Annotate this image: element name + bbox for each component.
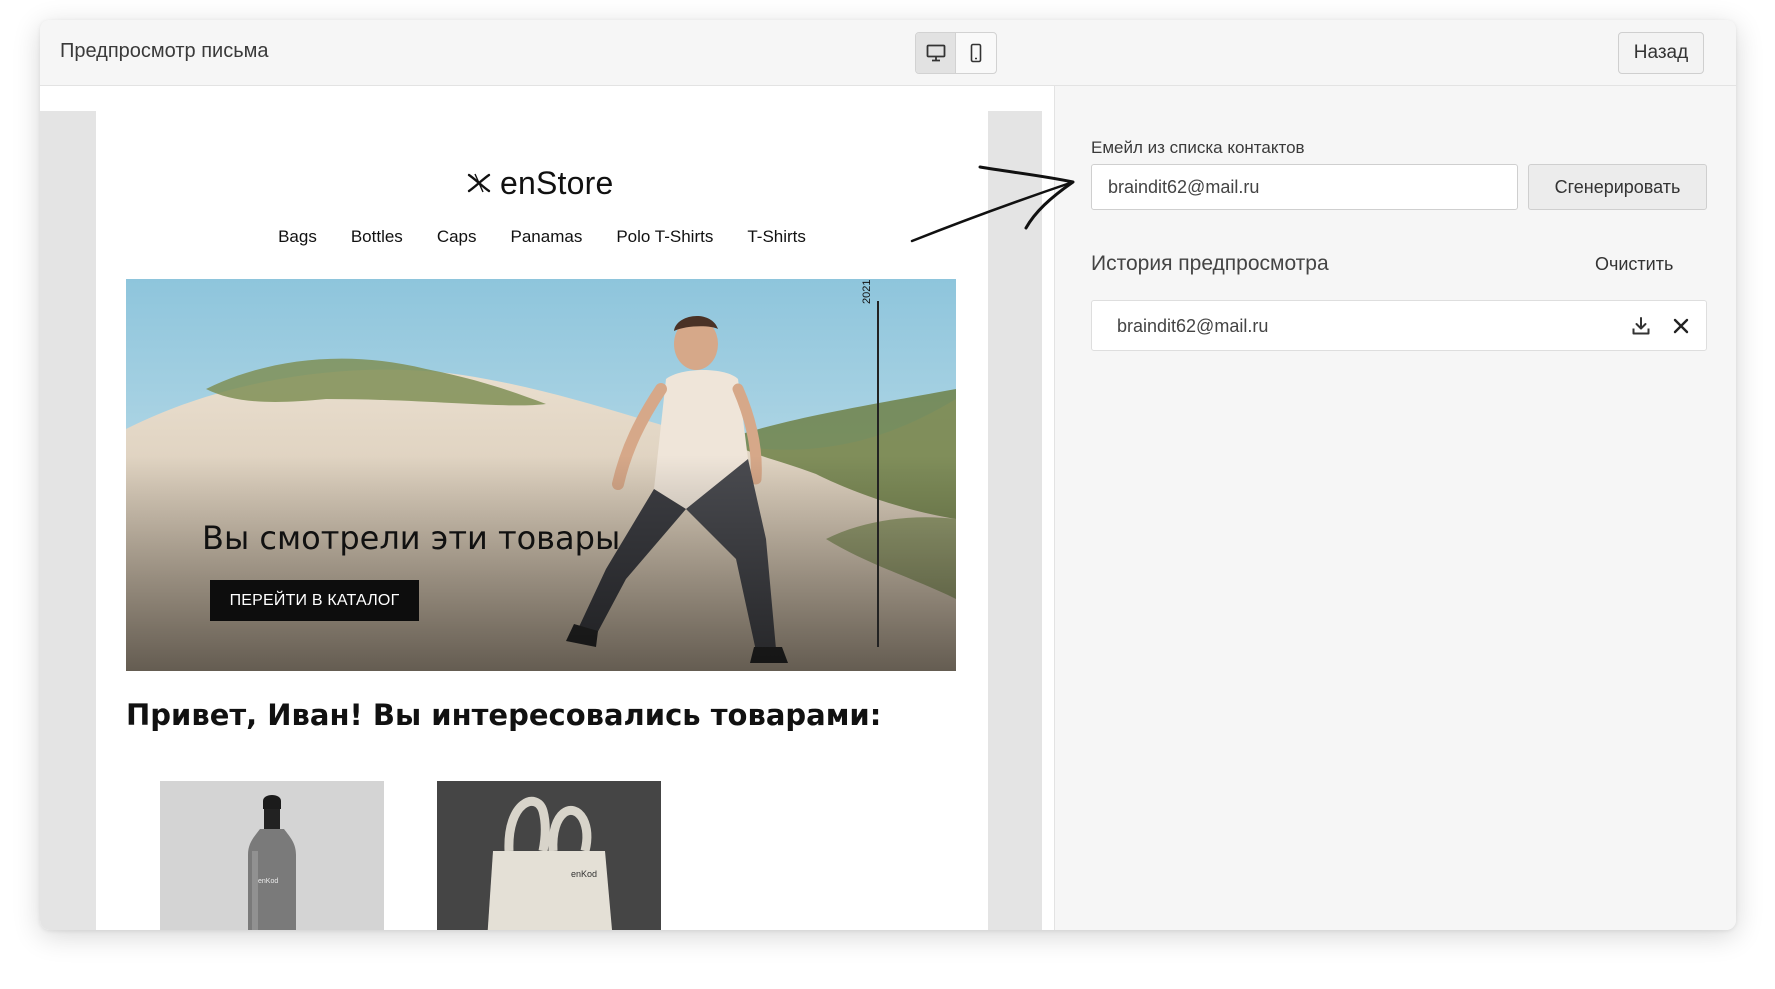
page-title: Предпросмотр письма — [60, 40, 269, 62]
desktop-view-button[interactable] — [916, 33, 957, 73]
back-button[interactable]: Назад — [1618, 32, 1704, 74]
email-nav: Bags Bottles Caps Panamas Polo T-Shirts … — [96, 227, 988, 247]
product-card-tote-bag[interactable]: enKod — [437, 781, 661, 930]
monitor-icon — [926, 44, 945, 62]
brand-name: enStore — [500, 164, 614, 201]
generate-button[interactable]: Сгенерировать — [1528, 164, 1707, 210]
email-field[interactable] — [1091, 164, 1518, 210]
settings-panel: Емейл из списка контактов Сгенерировать … — [1054, 86, 1736, 930]
brand-logo[interactable]: enStore — [466, 163, 613, 203]
email-preview-pane[interactable]: enStore Bags Bottles Caps Panamas Polo T… — [40, 86, 1054, 930]
nav-item-t-shirts[interactable]: T-Shirts — [747, 227, 806, 247]
phone-icon — [970, 43, 982, 63]
preview-window: Предпросмотр письма Назад enStore Bags B… — [40, 20, 1736, 930]
download-icon[interactable] — [1628, 313, 1654, 339]
nav-item-bottles[interactable]: Bottles — [351, 227, 403, 247]
email-body: enStore Bags Bottles Caps Panamas Polo T… — [96, 111, 988, 930]
history-email: braindit62@mail.ru — [1117, 316, 1269, 336]
nav-item-caps[interactable]: Caps — [437, 227, 477, 247]
nav-item-panamas[interactable]: Panamas — [511, 227, 583, 247]
product-card-bottle[interactable]: enKod — [160, 781, 384, 930]
greeting-heading: Привет, Иван! Вы интересовались товарами… — [126, 698, 882, 732]
hero-title: Вы смотрели эти товары — [202, 519, 621, 557]
close-icon[interactable] — [1668, 313, 1694, 339]
bottle-image: enKod — [160, 781, 384, 930]
history-item[interactable]: braindit62@mail.ru — [1091, 300, 1707, 351]
device-toggle — [915, 32, 997, 74]
hero-banner[interactable]: 2021 Вы смотрели эти товары ПЕРЕЙТИ В КА… — [126, 279, 956, 671]
nav-item-polo-t-shirts[interactable]: Polo T-Shirts — [616, 227, 713, 247]
tote-bag-image: enKod — [437, 781, 661, 930]
mobile-view-button[interactable] — [956, 33, 996, 73]
nav-item-bags[interactable]: Bags — [278, 227, 317, 247]
hero-divider — [877, 301, 879, 647]
catalog-button[interactable]: ПЕРЕЙТИ В КАТАЛОГ — [210, 580, 419, 621]
history-title: История предпросмотра — [1091, 252, 1329, 275]
enstore-logo-icon — [467, 173, 491, 193]
hero-year: 2021 — [861, 279, 873, 304]
header-bar: Предпросмотр письма Назад — [40, 20, 1736, 86]
tote-brand-mark: enKod — [571, 869, 597, 879]
email-field-label: Емейл из списка контактов — [1091, 138, 1305, 157]
clear-history-button[interactable]: Очистить — [1595, 254, 1673, 275]
bottle-brand-mark: enKod — [258, 878, 278, 885]
